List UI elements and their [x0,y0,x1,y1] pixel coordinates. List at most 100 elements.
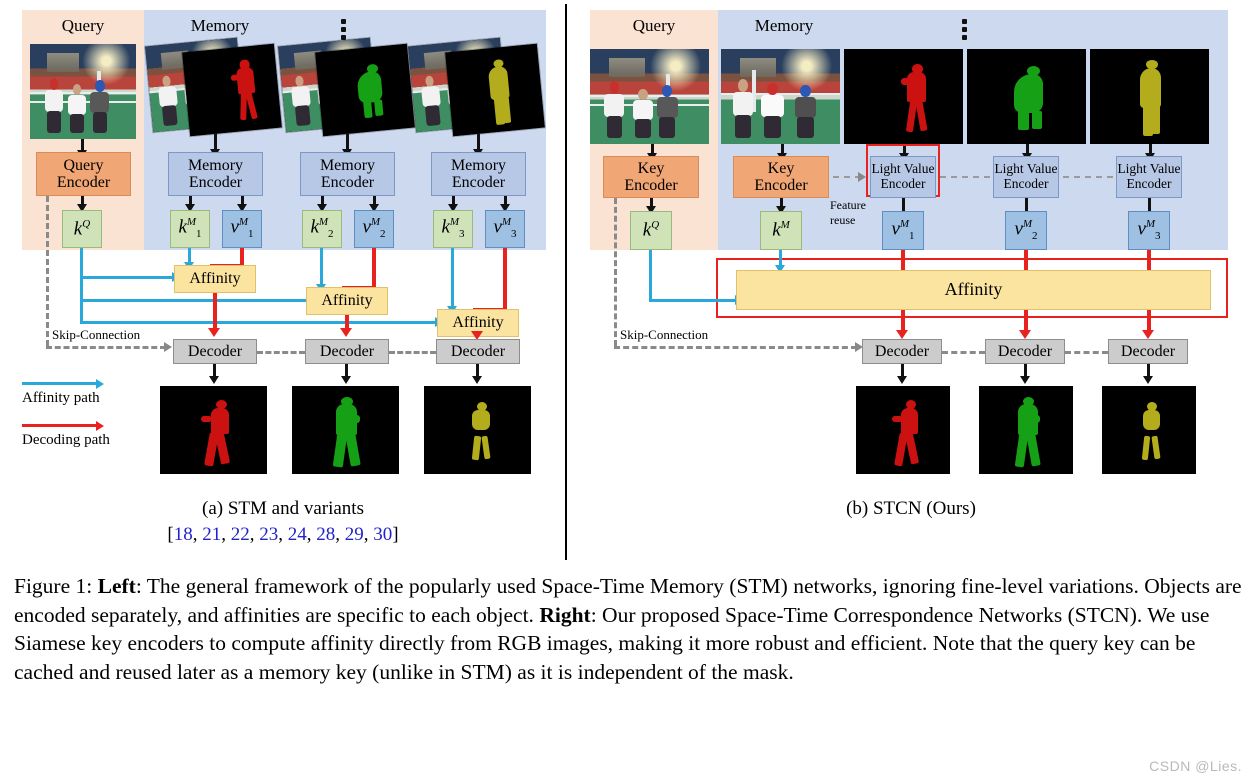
affinity2-to-decoder-head [340,328,352,337]
output-mask-a-2 [292,386,399,474]
light-value-encoder-box-1[interactable]: Light Value Encoder [870,156,936,198]
panel-b-memory-header: Memory [754,16,814,35]
decoder-box-b-3[interactable]: Decoder [1108,339,1188,364]
caption-bold-left: Left [97,574,136,598]
citation-28[interactable]: 28 [316,524,335,545]
feature-km-box[interactable]: kM [760,211,802,250]
affinity-box-b-label: Affinity [944,279,1003,300]
feature-kq-label: kQ [73,217,91,239]
figure-caption: Figure 1: Left: The general framework of… [14,572,1246,686]
affinity-box-3-label: Affinity [452,314,504,332]
light-value-encoder-1-label: Light Value Encoder [871,161,935,191]
skip-connection-horizontal-a [46,346,166,349]
panel-b-affinity-to-dec1-line [901,310,905,332]
feature-k1m-label: kM1 [178,216,202,241]
light-value-encoder-3-label: Light Value Encoder [1117,161,1181,191]
feature-v1m-box-a[interactable]: vM1 [222,210,262,248]
memory-encoder-box-2[interactable]: Memory Encoder [300,152,395,196]
output-mask-b-1 [856,386,950,474]
output-mask-a-1 [160,386,267,474]
light-value-encoder-box-2[interactable]: Light Value Encoder [993,156,1059,198]
panel-b-v1-line [902,198,905,212]
citation-22[interactable]: 22 [231,524,250,545]
affinity-box-1[interactable]: Affinity [174,265,256,293]
decoder-a-1-out-head [209,376,219,384]
decoder-box-a-2[interactable]: Decoder [305,339,389,364]
key-encoder-box-query[interactable]: Key Encoder [603,156,699,198]
decoder-link-a-1 [257,351,305,354]
memory-encoder-box-1[interactable]: Memory Encoder [168,152,263,196]
feature-v1m-b-label: vM1 [891,217,915,242]
skip-connection-label-a: Skip-Connection [52,327,141,342]
panel-b-affinity-to-dec1-head [896,330,908,339]
panel-b-mask-frame-3 [1090,49,1209,144]
decoder-box-b-1[interactable]: Decoder [862,339,942,364]
value-encoder-link-1 [940,176,990,178]
feature-km-label: kM [772,219,790,241]
feature-v2m-box-a[interactable]: vM2 [354,210,394,248]
panel-b-affinity-to-dec2-line [1024,310,1028,332]
panel-b-v2-to-affinity [1024,250,1028,272]
decoder-box-a-3[interactable]: Decoder [436,339,520,364]
affinity-path-kq-trunk [80,248,83,323]
decoder-box-a-1[interactable]: Decoder [173,339,257,364]
feature-v2m-label: vM2 [362,216,386,241]
affinity-path-k3-line [451,248,454,309]
affinity-box-b[interactable]: Affinity [736,270,1211,310]
panel-b-vertical-dots-icon [956,16,972,43]
skip-connection-horizontal-b [614,346,857,349]
panel-b-query-image [590,49,709,144]
feature-v2m-box-b[interactable]: vM2 [1005,211,1047,250]
affinity-path-kq-to-aff1 [80,276,174,279]
feature-kq-box-b[interactable]: kQ [630,211,672,250]
legend-decoding-path-label: Decoding path [22,432,110,448]
decoder-a-1-label: Decoder [187,342,243,360]
decoder-b-2-label: Decoder [997,342,1053,360]
citation-23[interactable]: 23 [259,524,278,545]
feature-reuse-arrow-head [858,172,866,182]
citation-18[interactable]: 18 [174,524,193,545]
query-encoder-box-a[interactable]: Query Encoder [36,152,131,196]
citation-29[interactable]: 29 [345,524,364,545]
citation-24[interactable]: 24 [288,524,307,545]
feature-kq-box-a[interactable]: kQ [62,210,102,248]
figure-1: Query Memory Query Encoder Memory Encode… [0,0,1256,566]
feature-v3m-box-a[interactable]: vM3 [485,210,525,248]
skip-connection-vertical-a [46,196,49,346]
feature-k2m-label: kM2 [310,216,334,241]
output-mask-a-3 [424,386,531,474]
citation-21[interactable]: 21 [202,524,221,545]
light-value-encoder-box-3[interactable]: Light Value Encoder [1116,156,1182,198]
feature-k3m-box[interactable]: kM3 [433,210,473,248]
panel-b-subcaption: (b) STCN (Ours) [846,498,976,519]
panel-stcn: Query Memory Key Encoder Key Encoder Lig… [566,0,1256,566]
decoder-a-2-label: Decoder [319,342,375,360]
affinity-path-k2-line [320,248,323,287]
decoder-b-2-out-head [1020,376,1030,384]
value-encoder-link-2 [1063,176,1113,178]
feature-k1m-box[interactable]: kM1 [170,210,210,248]
feature-k2m-box[interactable]: kM2 [302,210,342,248]
decoder-box-b-2[interactable]: Decoder [985,339,1065,364]
legend-affinity-path-label: Affinity path [22,390,100,406]
memory-encoder-label-3: Memory Encoder [450,156,507,191]
panel-b-query-header: Query [632,16,676,35]
key-encoder-box-memory[interactable]: Key Encoder [733,156,829,198]
panel-b-affinity-to-dec3-head [1142,330,1154,339]
affinity-box-2[interactable]: Affinity [306,287,388,315]
affinity-box-1-label: Affinity [189,270,241,288]
legend-decoding-arrow-line [22,424,98,427]
caption-bold-right: Right [539,602,591,627]
feature-v1m-box-b[interactable]: vM1 [882,211,924,250]
panel-b-v1-to-affinity [901,250,905,272]
skip-connection-vertical-b [614,198,617,346]
citation-30[interactable]: 30 [373,524,392,545]
memory-encoder-box-3[interactable]: Memory Encoder [431,152,526,196]
panel-b-v3-to-affinity [1147,250,1151,272]
panel-b-kq-trunk [649,250,652,302]
key-encoder-query-label: Key Encoder [624,159,678,194]
panel-b-v2-line [1025,198,1028,212]
feature-v3m-box-b[interactable]: vM3 [1128,211,1170,250]
legend-affinity-arrow-head [96,379,104,389]
skip-connection-label-b: Skip-Connection [620,327,709,342]
